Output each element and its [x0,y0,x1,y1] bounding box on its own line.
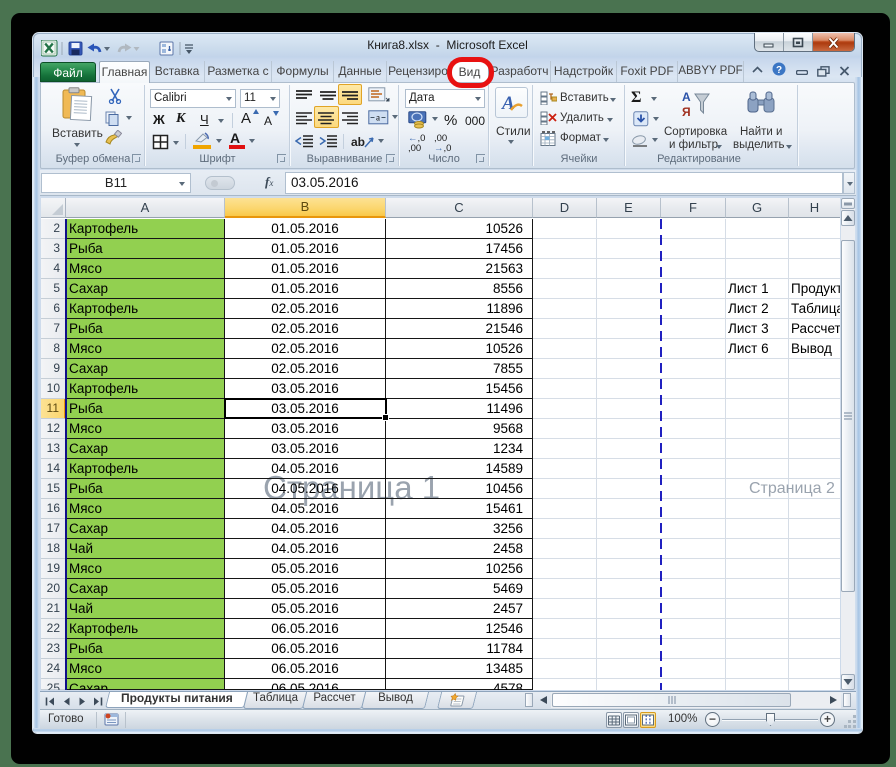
svg-text:?: ? [776,65,782,76]
svg-text:Я: Я [682,105,691,119]
svg-text:A: A [501,93,515,114]
svg-text:a: a [376,113,380,123]
svg-text:А: А [682,90,691,104]
svg-text:ab: ab [351,135,365,149]
